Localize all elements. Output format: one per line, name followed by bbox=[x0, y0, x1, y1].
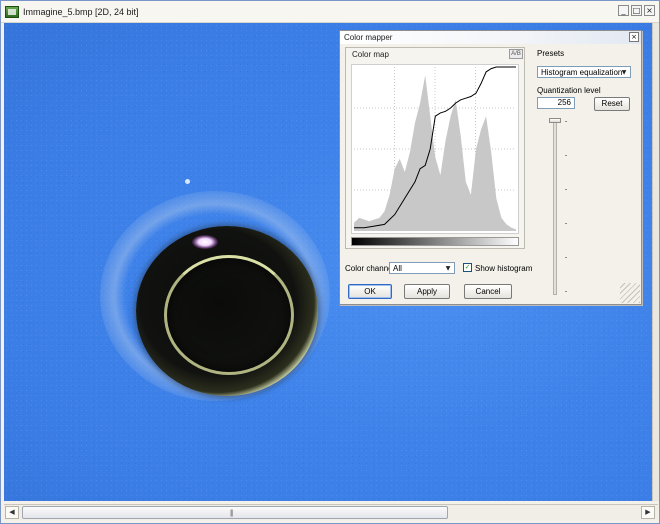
color-channel-label: Color channel bbox=[345, 264, 395, 273]
grayscale-gradient-bar bbox=[351, 237, 519, 246]
title-bar[interactable]: Immagine_5.bmp [2D, 24 bit] _ □ × bbox=[1, 1, 659, 23]
close-button[interactable]: × bbox=[644, 5, 655, 16]
colormap-histogram-plot[interactable] bbox=[351, 64, 519, 234]
bright-speck bbox=[185, 179, 190, 184]
quantization-label: Quantization level bbox=[537, 86, 601, 95]
ok-button[interactable]: OK bbox=[348, 284, 392, 299]
show-histogram-checkbox[interactable]: ✓ Show histogram bbox=[463, 262, 533, 276]
histogram-area bbox=[354, 75, 516, 231]
maximize-button[interactable]: □ bbox=[631, 5, 642, 16]
show-histogram-label: Show histogram bbox=[475, 264, 533, 273]
slider-ticks bbox=[565, 121, 568, 293]
checkmark-icon: ✓ bbox=[463, 263, 472, 272]
ab-toggle-button[interactable]: A/B bbox=[509, 49, 523, 59]
reset-button[interactable]: Reset bbox=[594, 97, 630, 111]
scroll-left-icon[interactable]: ◀ bbox=[5, 506, 19, 519]
scroll-right-icon[interactable]: ▶ bbox=[641, 506, 655, 519]
presets-select[interactable]: Histogram equalization ▼ bbox=[537, 66, 631, 78]
window-controls: _ □ × bbox=[618, 5, 655, 16]
color-map-group: Color map A/B bbox=[345, 47, 525, 249]
hole-rim bbox=[164, 255, 294, 375]
scroll-thumb[interactable]: ||| bbox=[22, 506, 448, 519]
color-map-label: Color map bbox=[352, 50, 389, 59]
minimize-button[interactable]: _ bbox=[618, 5, 629, 16]
dialog-title-bar[interactable]: Color mapper × bbox=[340, 31, 641, 44]
color-mapper-dialog: Color mapper × Color map A/B Color chann… bbox=[339, 30, 642, 305]
quantization-slider-thumb[interactable] bbox=[549, 118, 561, 123]
resize-grip-icon[interactable] bbox=[620, 283, 640, 303]
quantization-slider-track[interactable] bbox=[553, 119, 557, 295]
specular-glint bbox=[192, 235, 218, 249]
dialog-close-button[interactable]: × bbox=[629, 32, 639, 42]
slider-tick bbox=[565, 223, 567, 224]
quantization-input[interactable]: 256 bbox=[537, 97, 575, 109]
slider-tick bbox=[565, 189, 567, 190]
horizontal-scrollbar[interactable]: ◀ ||| ▶ bbox=[4, 504, 658, 520]
slider-tick bbox=[565, 291, 567, 292]
presets-label: Presets bbox=[537, 49, 565, 58]
slider-tick bbox=[565, 121, 567, 122]
color-channel-select[interactable]: All ▼ bbox=[389, 262, 455, 274]
chevron-down-icon: ▼ bbox=[621, 69, 627, 76]
window-title: Immagine_5.bmp [2D, 24 bit] bbox=[23, 7, 139, 17]
color-channel-value: All bbox=[393, 264, 402, 273]
presets-value: Histogram equalization bbox=[541, 68, 623, 77]
slider-tick bbox=[565, 155, 567, 156]
histogram-svg bbox=[354, 66, 516, 231]
vertical-scrollbar[interactable] bbox=[652, 23, 659, 501]
slider-tick bbox=[565, 257, 567, 258]
cancel-button[interactable]: Cancel bbox=[464, 284, 512, 299]
apply-button[interactable]: Apply bbox=[404, 284, 450, 299]
dialog-title: Color mapper bbox=[344, 33, 393, 42]
chevron-down-icon: ▼ bbox=[445, 265, 451, 272]
image-file-icon bbox=[5, 6, 19, 18]
grip-icon: ||| bbox=[230, 510, 234, 517]
